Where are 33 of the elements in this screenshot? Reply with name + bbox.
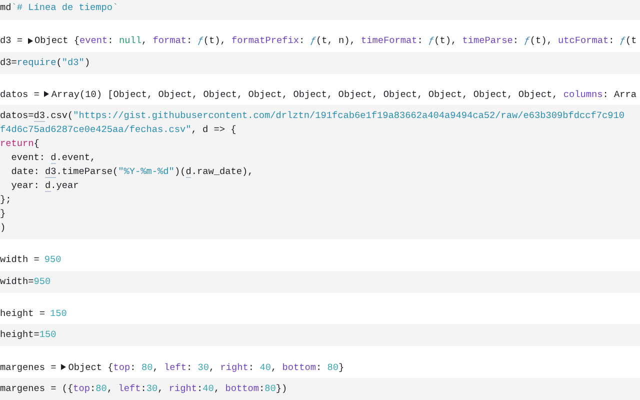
cell-name: datos =: [0, 88, 40, 100]
cell-name: width =: [0, 254, 40, 266]
code-cell[interactable]: height=150: [0, 324, 640, 346]
code-line: }: [0, 207, 7, 222]
code-line: f4d6c75ad6287ce0e425aa/fechas.csv", d => {: [0, 123, 238, 138]
code-line: ): [0, 221, 7, 236]
output-value: 150: [50, 308, 67, 320]
code-line: d3=require("d3"): [0, 56, 92, 70]
cell-name: d3 =: [0, 35, 23, 46]
caret-icon[interactable]: [28, 38, 33, 44]
code-line: event: d.event,: [10, 151, 97, 166]
code-line: return{: [0, 137, 40, 152]
code-line: margenes = ({top:80, left:30, right:40, bottom:80}): [0, 382, 288, 396]
caret-icon[interactable]: [61, 364, 66, 370]
cell-name: margenes =: [0, 362, 56, 373]
output-value: Object {event: null, format: ƒ(t), formatPrefix: ƒ(t, n), timeFormat: ƒ(t), timeParse: ƒ(t), utcFormat: ƒ(t: [34, 35, 637, 46]
code-cell[interactable]: [0, 105, 640, 240]
output-value: Array(10) [Object, Object, Object, Object, Object, Object, Object, Object, Object, Object, columns: Arra: [51, 88, 637, 100]
cell-name: height =: [0, 308, 46, 320]
code-line: };: [0, 193, 12, 208]
code-line: datos=d3.csv("https://gist.githubusercontent.com/drlztn/191fcab6e1f19a83662a404a9494ca52/raw/e63b309bfdccf7c910: [0, 109, 626, 124]
code-cell[interactable]: d3=require("d3"): [0, 52, 640, 74]
output-value: 950: [44, 254, 62, 266]
output-value: Object {top: 80, left: 30, right: 40, bottom: 80}: [68, 362, 344, 373]
code-line: date: d3.timeParse("%Y-%m-%d")(d.raw_date),: [10, 165, 254, 180]
code-line: width=950: [0, 274, 52, 289]
caret-icon[interactable]: [44, 91, 50, 98]
code-cell[interactable]: margenes = ({top:80, left:30, right:40, bottom:80}): [0, 378, 640, 400]
code-line: year: d.year: [10, 179, 80, 194]
code-line: md`# Línea de tiempo`: [0, 1, 120, 15]
code-cell[interactable]: md`# Línea de tiempo`: [0, 0, 640, 20]
code-cell[interactable]: width=950: [0, 270, 640, 293]
code-line: height=150: [0, 328, 58, 342]
